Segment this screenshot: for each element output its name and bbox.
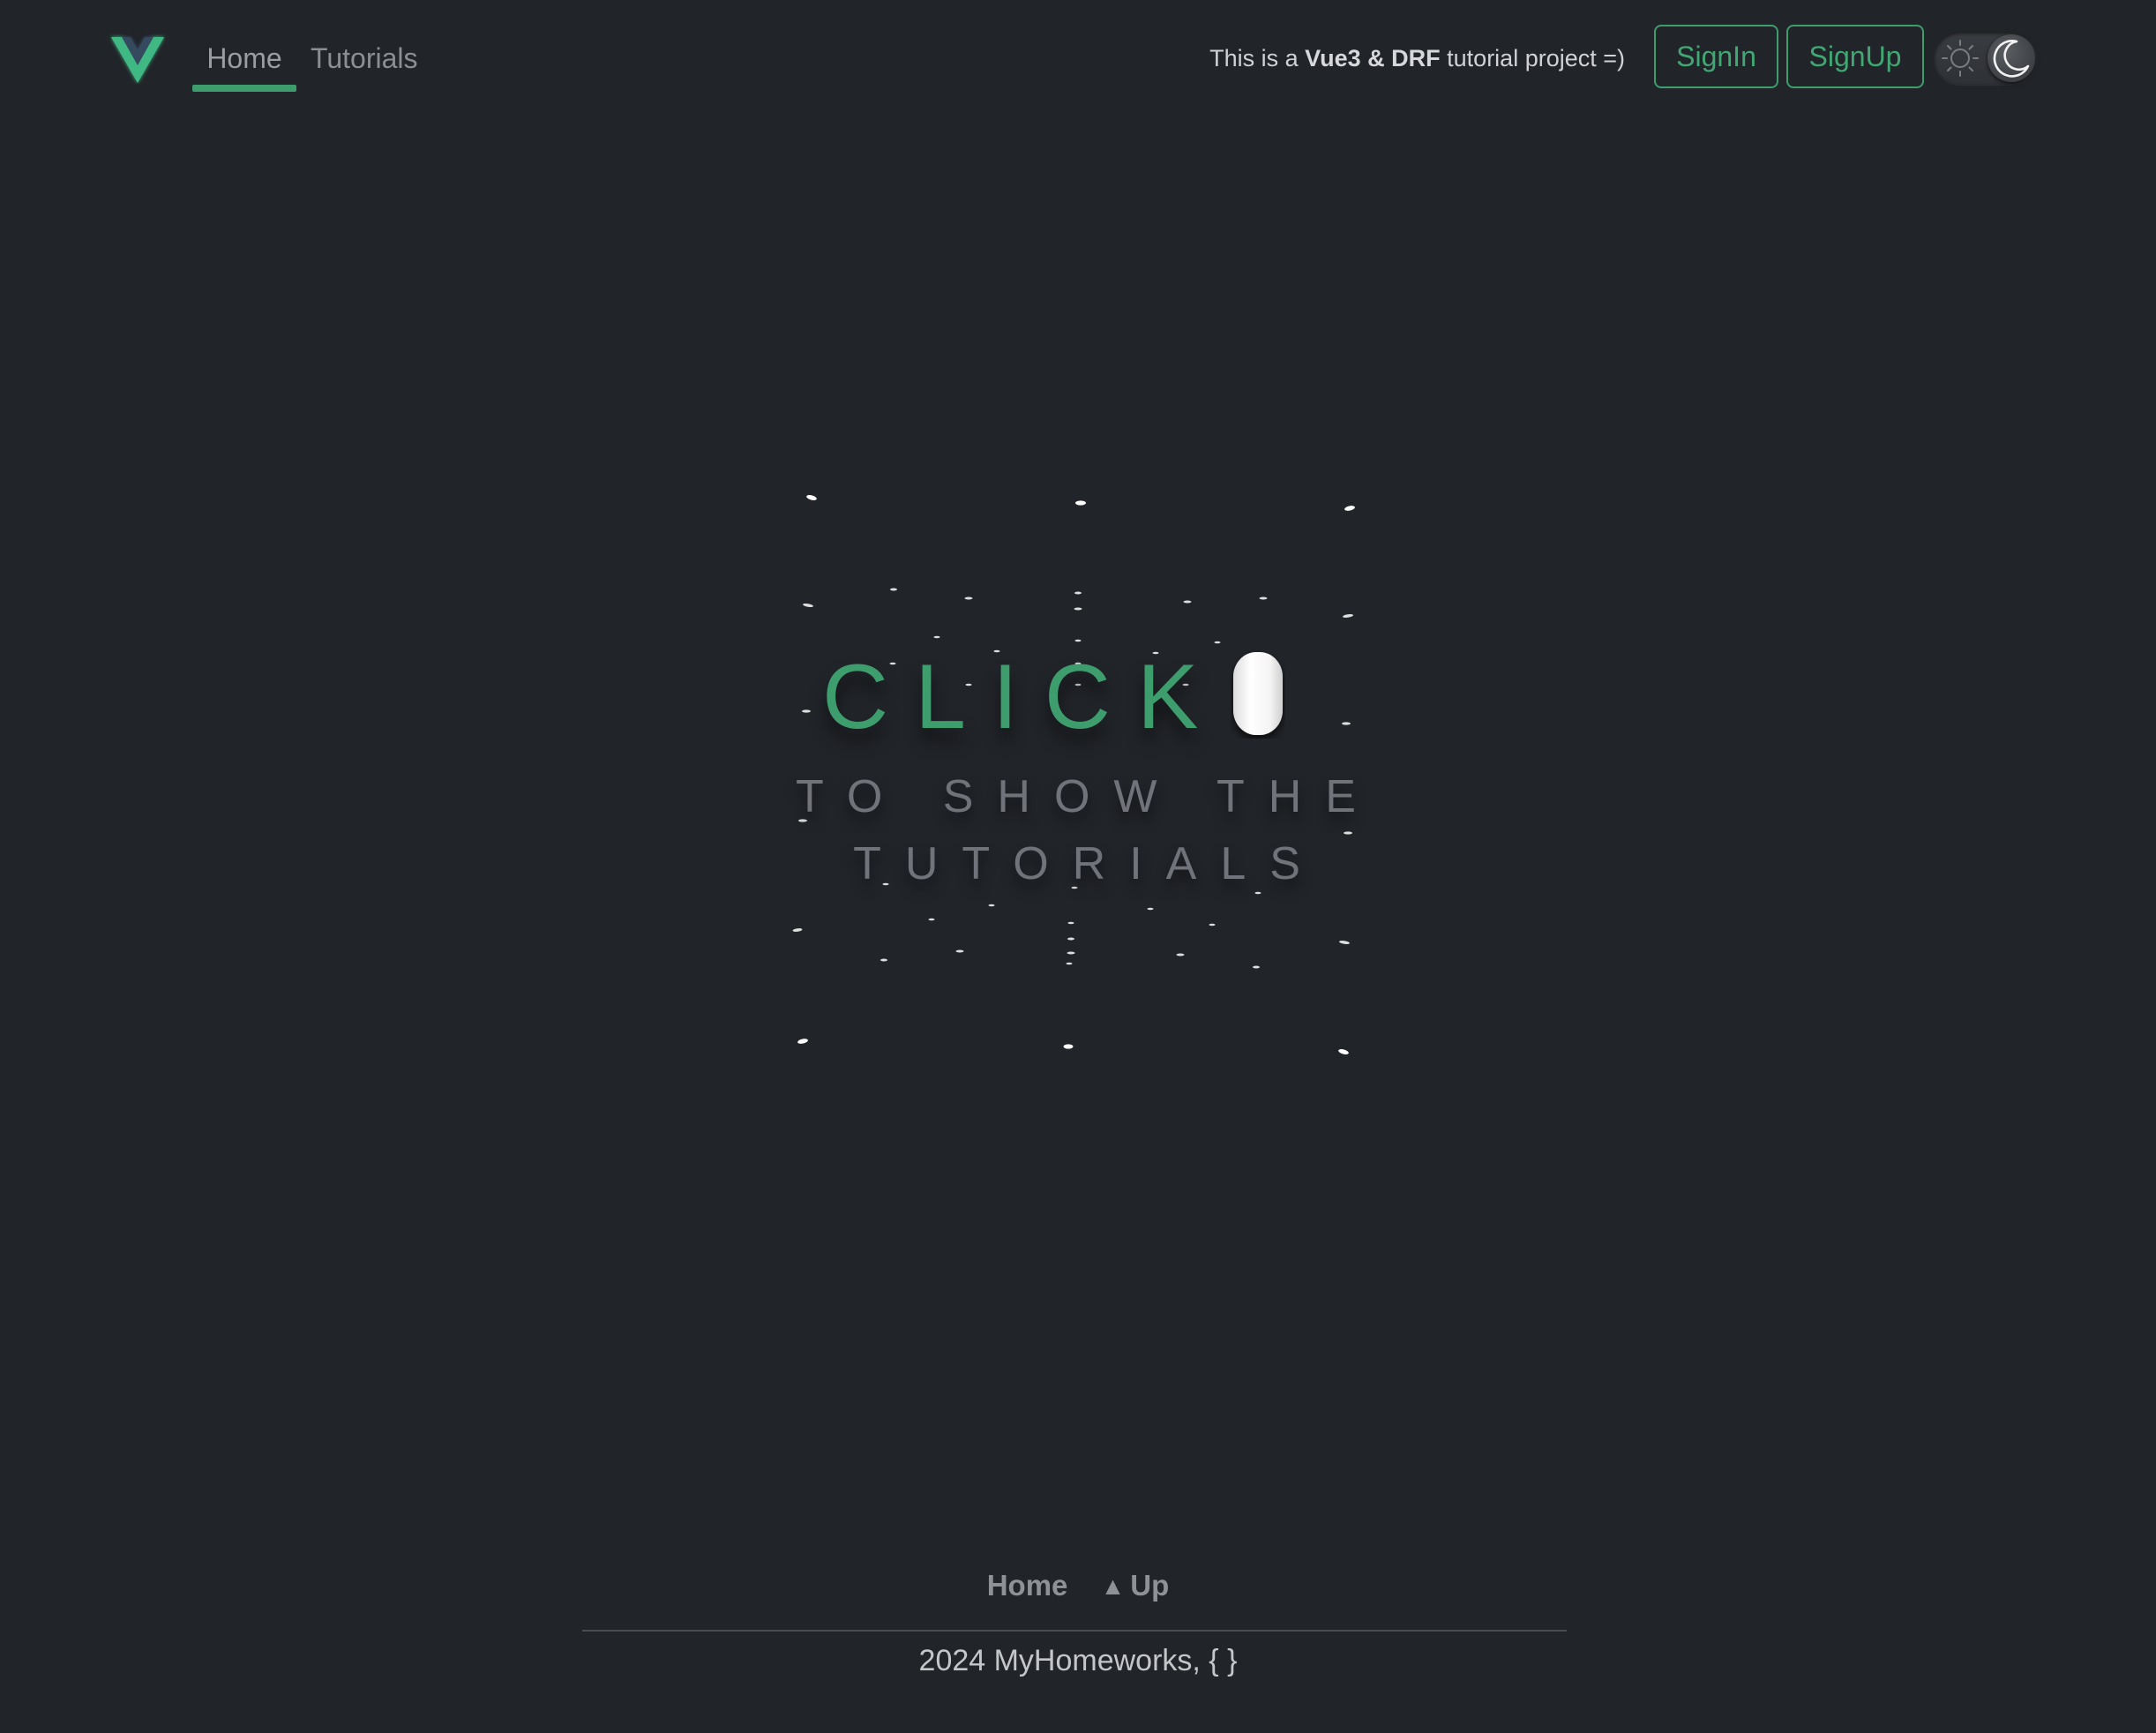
footer-up-link[interactable]: ▲ Up	[1101, 1569, 1170, 1602]
signin-button[interactable]: SignIn	[1654, 25, 1778, 88]
signup-button[interactable]: SignUp	[1786, 25, 1924, 88]
footer-divider	[582, 1630, 1567, 1632]
nav-tutorials-label: Tutorials	[311, 42, 418, 74]
sun-icon	[1942, 40, 1979, 77]
vue-logo-icon[interactable]	[109, 34, 166, 86]
header-tagline: This is a Vue3 & DRF tutorial project =)	[1209, 41, 1625, 76]
navbar: Home Tutorials This is a Vue3 & DRF tuto…	[0, 0, 2156, 118]
theme-toggle[interactable]	[1934, 32, 2038, 85]
tagline-bold: Vue3 & DRF	[1305, 45, 1441, 71]
page: Home Tutorials This is a Vue3 & DRF tuto…	[0, 0, 2156, 1733]
tagline-suffix: tutorial project =)	[1440, 45, 1625, 71]
click-heading-row: CLICK	[776, 649, 1376, 746]
footer-home-link[interactable]: Home	[987, 1569, 1068, 1602]
hero-subtitle-line1: TO SHOW THE	[796, 771, 1380, 822]
footer-up-label: Up	[1130, 1569, 1170, 1602]
show-tutorials-trigger[interactable]: CLICK TO SHOW THE TUTORIALS	[776, 476, 1376, 1077]
nav-tutorials-link[interactable]: Tutorials	[311, 39, 418, 92]
tagline-prefix: This is a	[1209, 45, 1306, 71]
hero-subtitle-line2: TUTORIALS	[853, 838, 1324, 889]
active-underline	[192, 85, 296, 92]
nav-home-label: Home	[206, 42, 282, 74]
footer-nav: Home ▲ Up	[0, 1569, 2156, 1608]
mouse-icon	[1233, 652, 1283, 735]
toggle-knob[interactable]	[1988, 34, 2035, 82]
up-arrow-icon: ▲	[1100, 1572, 1126, 1600]
copyright-text: 2024 MyHomeworks, { }	[918, 1644, 1238, 1677]
click-heading: CLICK	[822, 646, 1225, 748]
nav-home-link[interactable]: Home	[192, 39, 296, 92]
moon-icon	[1993, 40, 2030, 78]
